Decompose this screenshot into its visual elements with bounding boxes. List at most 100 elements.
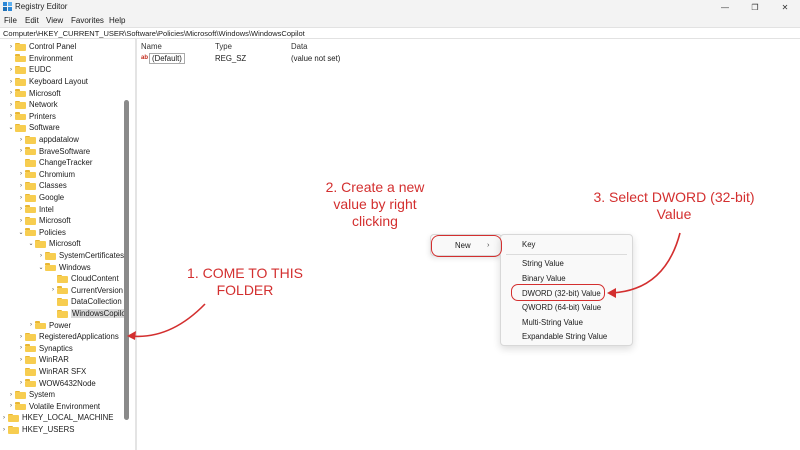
chevron-icon[interactable]: › [17, 218, 25, 224]
tree-node[interactable]: › SystemCertificates [37, 250, 124, 262]
chevron-icon[interactable]: › [27, 322, 35, 328]
folder-icon [45, 263, 56, 272]
close-button[interactable]: ✕ [770, 0, 800, 14]
tree-node[interactable]: › Control Panel [7, 41, 76, 53]
submenu-expandable-string-value[interactable]: Expandable String Value [522, 332, 607, 341]
chevron-down-icon[interactable]: ⌄ [37, 264, 45, 271]
folder-icon [25, 344, 36, 353]
tree-node[interactable]: › BraveSoftware [17, 145, 90, 157]
tree-node-selected[interactable]: WindowsCopilot [49, 308, 129, 320]
chevron-icon[interactable]: › [0, 427, 8, 433]
column-header-name[interactable]: Name [141, 42, 162, 51]
tree-node[interactable]: › WOW6432Node [17, 377, 96, 389]
maximize-button[interactable]: ❐ [740, 0, 770, 14]
tree-node[interactable]: ⌄ Policies [17, 227, 65, 239]
tree-node[interactable]: › appdatalow [17, 134, 79, 146]
tree-node[interactable]: DataCollection [49, 296, 122, 308]
tree-node[interactable]: Environment [7, 53, 73, 65]
tree-node[interactable]: › Classes [17, 180, 67, 192]
chevron-icon[interactable]: › [7, 90, 15, 96]
highlight-new [431, 235, 502, 257]
tree-node[interactable]: › Power [27, 319, 71, 331]
minimize-button[interactable]: — [710, 0, 740, 14]
value-row-name[interactable]: (Default) [149, 53, 185, 64]
column-header-data[interactable]: Data [291, 42, 307, 51]
tree-node-label: Chromium [39, 169, 75, 179]
tree-scrollbar[interactable] [124, 100, 129, 420]
chevron-icon[interactable]: › [0, 415, 8, 421]
chevron-icon[interactable]: › [37, 253, 45, 259]
folder-icon [35, 239, 46, 248]
tree-node[interactable]: › Intel [17, 203, 54, 215]
tree-node[interactable]: WinRAR SFX [17, 366, 86, 378]
tree-node[interactable]: ⌄ Microsoft [27, 238, 80, 250]
tree-node[interactable]: › Keyboard Layout [7, 76, 88, 88]
chevron-icon[interactable]: › [7, 79, 15, 85]
annotation-step2-line1: 2. Create a new [325, 179, 425, 195]
chevron-icon[interactable]: › [17, 334, 25, 340]
submenu-key[interactable]: Key [522, 240, 535, 249]
chevron-icon[interactable]: › [7, 102, 15, 108]
folder-icon [25, 193, 36, 202]
column-header-type[interactable]: Type [215, 42, 232, 51]
tree-node[interactable]: › System [7, 389, 55, 401]
tree-node[interactable]: › Chromium [17, 169, 75, 181]
folder-icon [15, 42, 26, 51]
tree-node[interactable]: ChangeTracker [17, 157, 92, 169]
menu-help[interactable]: Help [109, 16, 125, 25]
tree-node[interactable]: › Microsoft [17, 215, 71, 227]
chevron-icon[interactable]: › [17, 345, 25, 351]
annotation-step1-line2: FOLDER [216, 282, 274, 298]
tree-node[interactable]: › Printers [7, 111, 56, 123]
chevron-icon[interactable]: › [17, 357, 25, 363]
chevron-icon[interactable]: › [7, 44, 15, 50]
address-path[interactable]: Computer\HKEY_CURRENT_USER\Software\Poli… [3, 29, 305, 38]
menu-favorites[interactable]: Favorites [71, 16, 104, 25]
tree-node[interactable]: › HKEY_USERS [0, 424, 74, 436]
chevron-icon[interactable]: › [17, 183, 25, 189]
chevron-icon[interactable]: › [17, 148, 25, 154]
menu-view[interactable]: View [46, 16, 63, 25]
tree-node[interactable]: › HKEY_LOCAL_MACHINE [0, 412, 113, 424]
submenu-multi-string-value[interactable]: Multi-String Value [522, 318, 583, 327]
tree-node[interactable]: › Synaptics [17, 343, 73, 355]
tree-node[interactable]: CloudContent [49, 273, 119, 285]
tree-node[interactable]: › Volatile Environment [7, 401, 100, 413]
chevron-icon[interactable]: › [17, 206, 25, 212]
chevron-icon[interactable]: › [7, 403, 15, 409]
chevron-icon[interactable]: › [49, 287, 57, 293]
tree-node-label: DataCollection [71, 297, 122, 307]
chevron-icon[interactable]: › [7, 67, 15, 73]
chevron-down-icon[interactable]: ⌄ [27, 240, 35, 247]
tree-node[interactable]: › WinRAR [17, 354, 69, 366]
chevron-icon[interactable]: › [7, 113, 15, 119]
annotation-step3-line2: Value [656, 206, 692, 222]
chevron-icon[interactable]: › [17, 195, 25, 201]
key-tree[interactable]: › Control Panel Environment › EUDC › Keyboa… [0, 39, 135, 450]
tree-node[interactable]: › Microsoft [7, 87, 61, 99]
string-value-icon: ab [141, 55, 149, 61]
submenu-binary-value[interactable]: Binary Value [522, 274, 566, 283]
chevron-down-icon[interactable]: ⌄ [7, 124, 15, 131]
chevron-icon[interactable]: › [17, 137, 25, 143]
submenu-string-value[interactable]: String Value [522, 259, 564, 268]
pane-splitter[interactable] [135, 39, 137, 450]
address-bar[interactable]: Computer\HKEY_CURRENT_USER\Software\Poli… [0, 27, 800, 39]
chevron-down-icon[interactable]: ⌄ [17, 229, 25, 236]
menu-edit[interactable]: Edit [25, 16, 39, 25]
submenu-qword-value[interactable]: QWORD (64-bit) Value [522, 303, 601, 312]
tree-node[interactable]: › EUDC [7, 64, 51, 76]
tree-node[interactable]: ⌄ Software [7, 122, 59, 134]
value-row-type: REG_SZ [215, 54, 247, 63]
tree-node[interactable]: › RegisteredApplications [17, 331, 119, 343]
chevron-icon[interactable]: › [17, 380, 25, 386]
tree-node[interactable]: › Network [7, 99, 58, 111]
chevron-icon[interactable]: › [17, 171, 25, 177]
tree-node[interactable]: › Google [17, 192, 64, 204]
annotation-step1: 1. COME TO THIS FOLDER [176, 265, 314, 299]
tree-node[interactable]: ⌄ Windows [37, 261, 90, 273]
menu-file[interactable]: File [4, 16, 17, 25]
tree-node[interactable]: › CurrentVersion [49, 285, 123, 297]
chevron-icon[interactable]: › [7, 392, 15, 398]
folder-icon [15, 100, 26, 109]
